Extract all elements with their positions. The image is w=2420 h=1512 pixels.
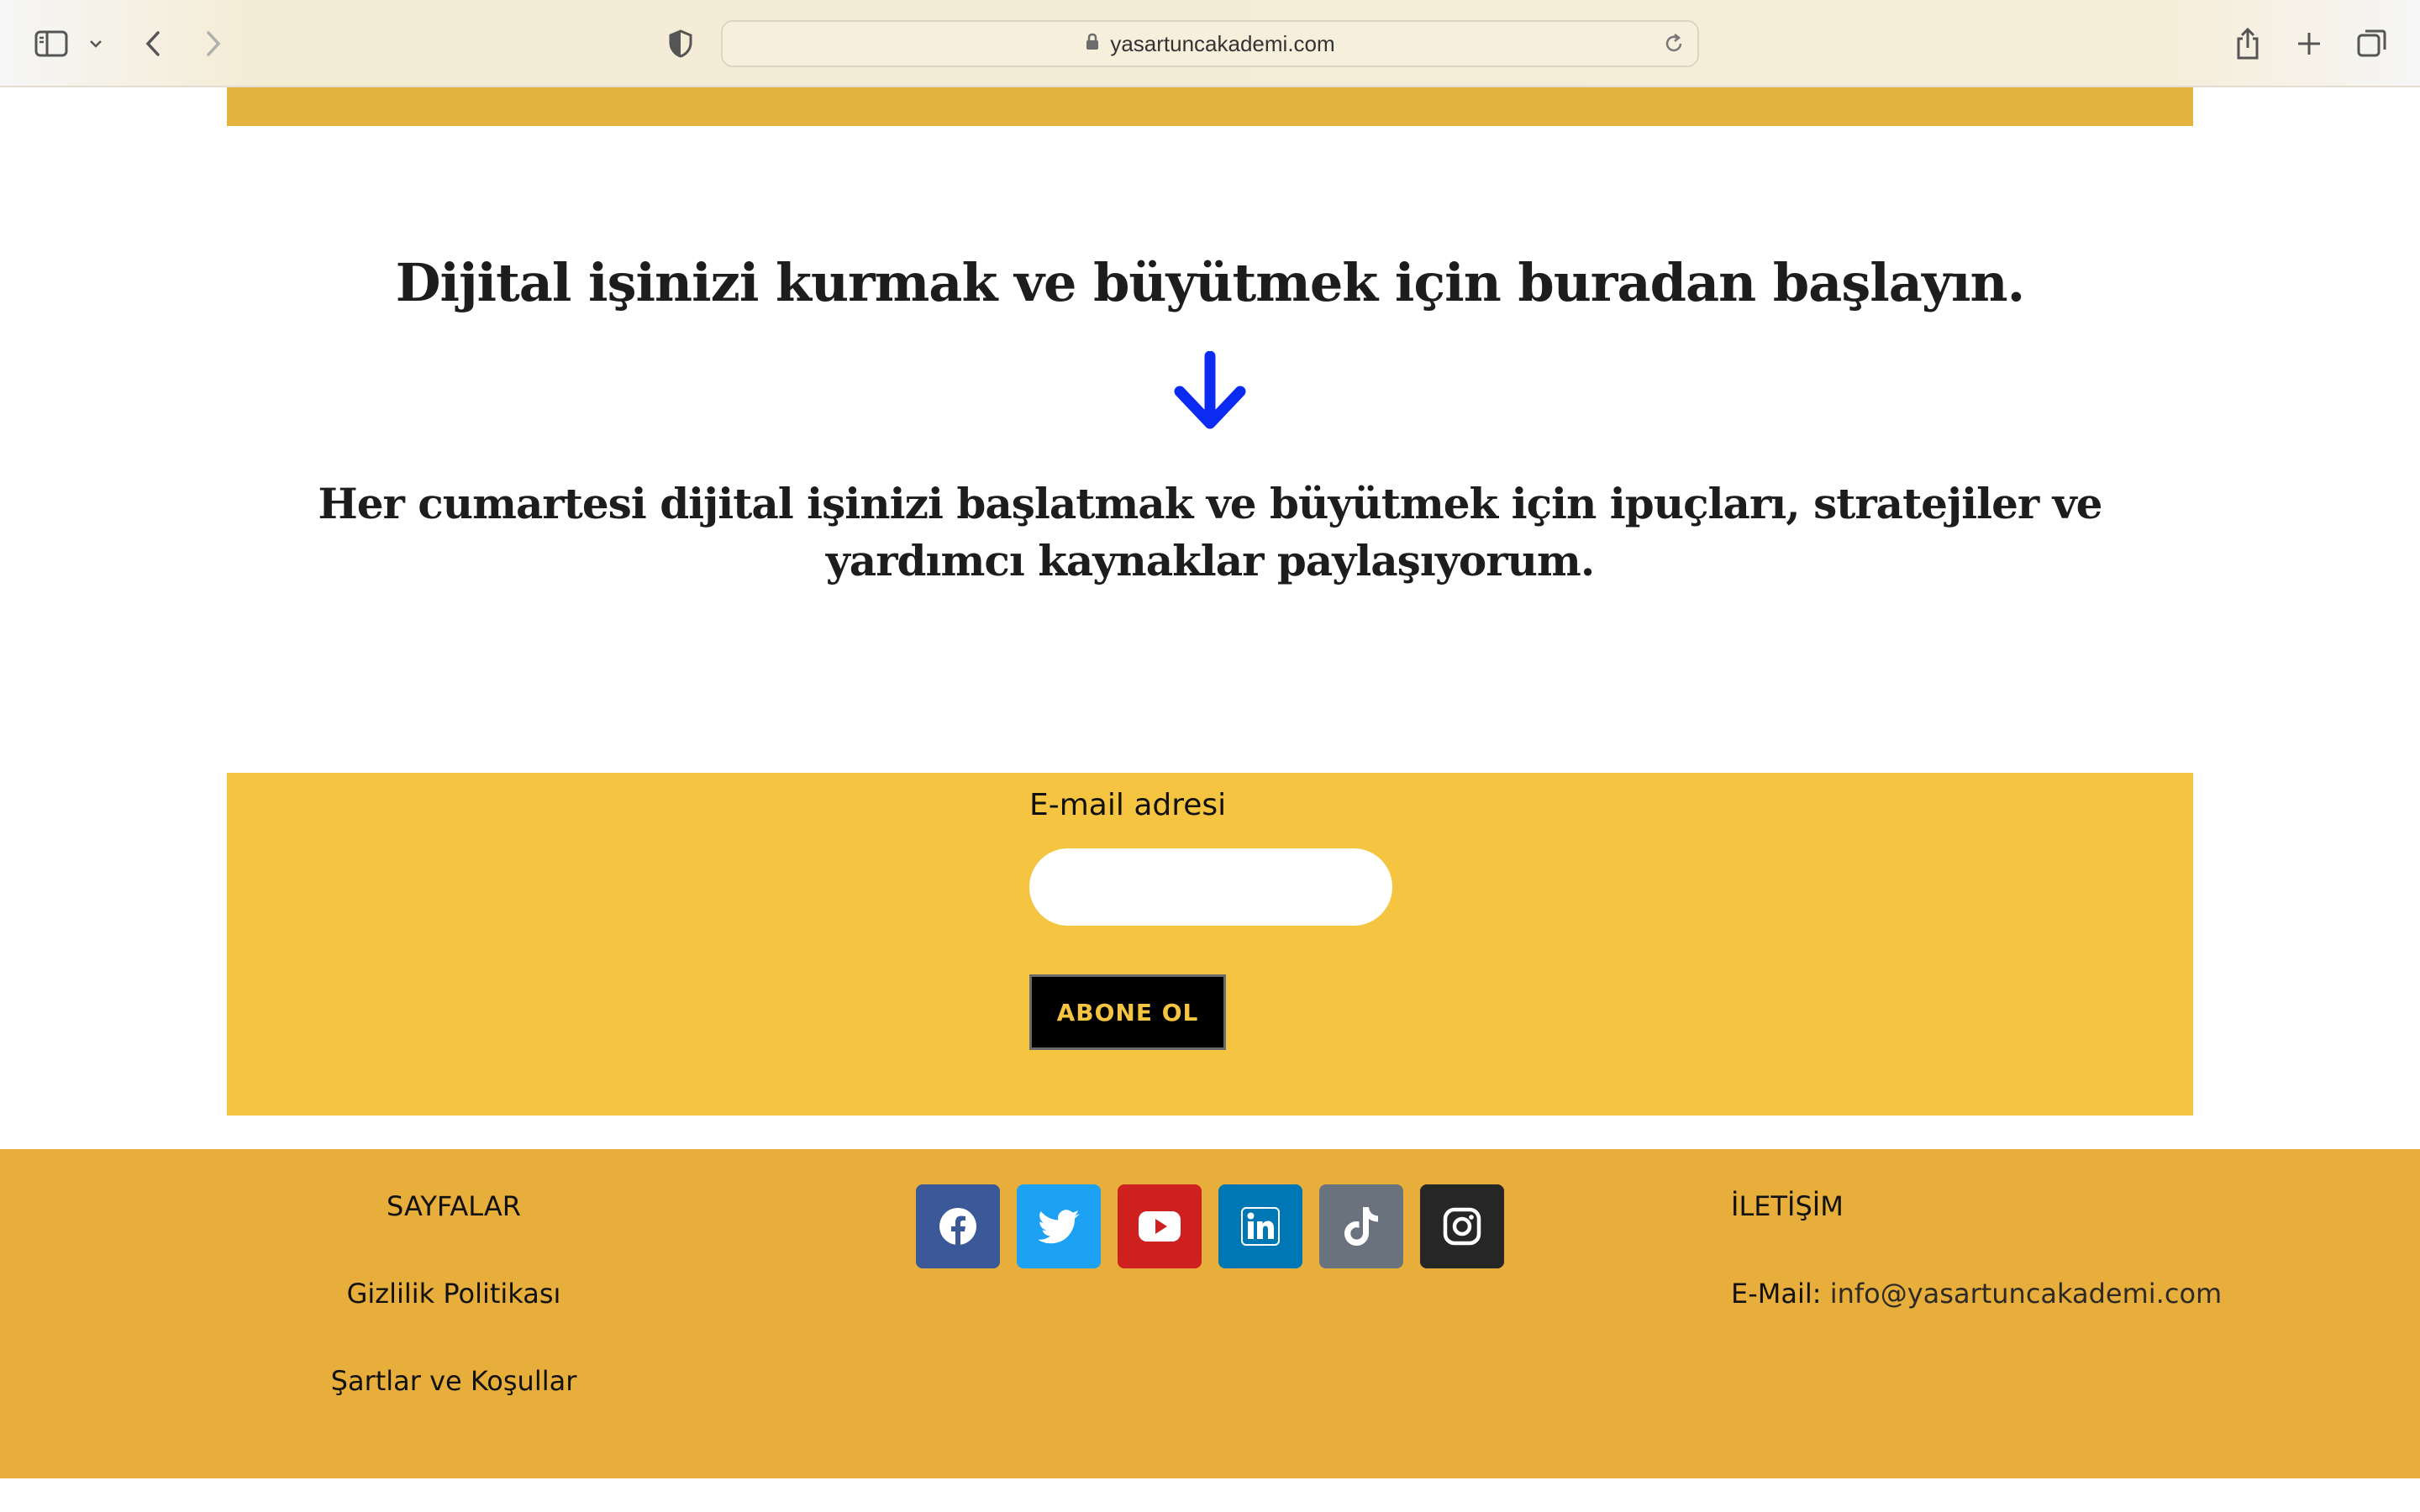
address-bar[interactable]: yasartuncakademi.com (721, 20, 1699, 67)
email-prefix: E-Mail: (1731, 1278, 1822, 1310)
chevron-down-icon[interactable] (84, 32, 108, 55)
terms-link[interactable]: Şartlar ve Koşullar (319, 1357, 588, 1445)
forward-icon[interactable] (195, 24, 232, 64)
browser-toolbar: yasartuncakademi.com (0, 0, 2420, 87)
facebook-icon[interactable] (916, 1184, 1000, 1268)
sidebar-toggle-icon[interactable] (32, 25, 71, 62)
contact-email-row: E-Mail: info@yasartuncakademi.com (1731, 1270, 2222, 1317)
email-input[interactable] (1029, 848, 1392, 926)
instagram-icon[interactable] (1420, 1184, 1504, 1268)
page-subheadline: Her cumartesi dijital işinizi başlatmak … (318, 479, 2102, 585)
tab-overview-icon[interactable] (2353, 24, 2391, 62)
back-icon[interactable] (134, 24, 171, 64)
twitter-icon[interactable] (1017, 1184, 1101, 1268)
footer-pages: SAYFALAR Gizlilik Politikası Şartlar ve … (319, 1183, 588, 1445)
privacy-shield-icon[interactable] (664, 25, 697, 62)
subscribe-button[interactable]: ABONE OL (1029, 974, 1226, 1050)
pages-heading: SAYFALAR (387, 1190, 521, 1222)
lock-icon (1085, 33, 1100, 55)
footer: SAYFALAR Gizlilik Politikası Şartlar ve … (0, 1149, 2420, 1478)
privacy-policy-link[interactable]: Gizlilik Politikası (319, 1270, 588, 1357)
youtube-icon[interactable] (1118, 1184, 1202, 1268)
share-icon[interactable] (2228, 22, 2267, 66)
new-tab-icon[interactable] (2291, 25, 2328, 62)
email-label: E-mail adresi (1029, 788, 1227, 822)
contact-email-link[interactable]: info@yasartuncakademi.com (1830, 1278, 2222, 1310)
reload-icon[interactable] (1662, 32, 1686, 60)
social-links (916, 1184, 1504, 1268)
page-headline: Dijital işinizi kurmak ve büyütmek için … (395, 252, 2025, 313)
header-accent-bar (227, 87, 2193, 126)
footer-contact: İLETİŞİM E-Mail: info@yasartuncakademi.c… (1731, 1183, 2222, 1317)
newsletter-signup: E-mail adresi ABONE OL (227, 773, 2193, 1116)
footer-bottom-space (0, 1478, 2420, 1512)
arrow-down-icon (1173, 350, 1247, 432)
linkedin-icon[interactable] (1218, 1184, 1302, 1268)
url-text: yasartuncakademi.com (1110, 30, 1335, 56)
contact-heading: İLETİŞİM (1731, 1190, 1844, 1222)
tiktok-icon[interactable] (1319, 1184, 1403, 1268)
